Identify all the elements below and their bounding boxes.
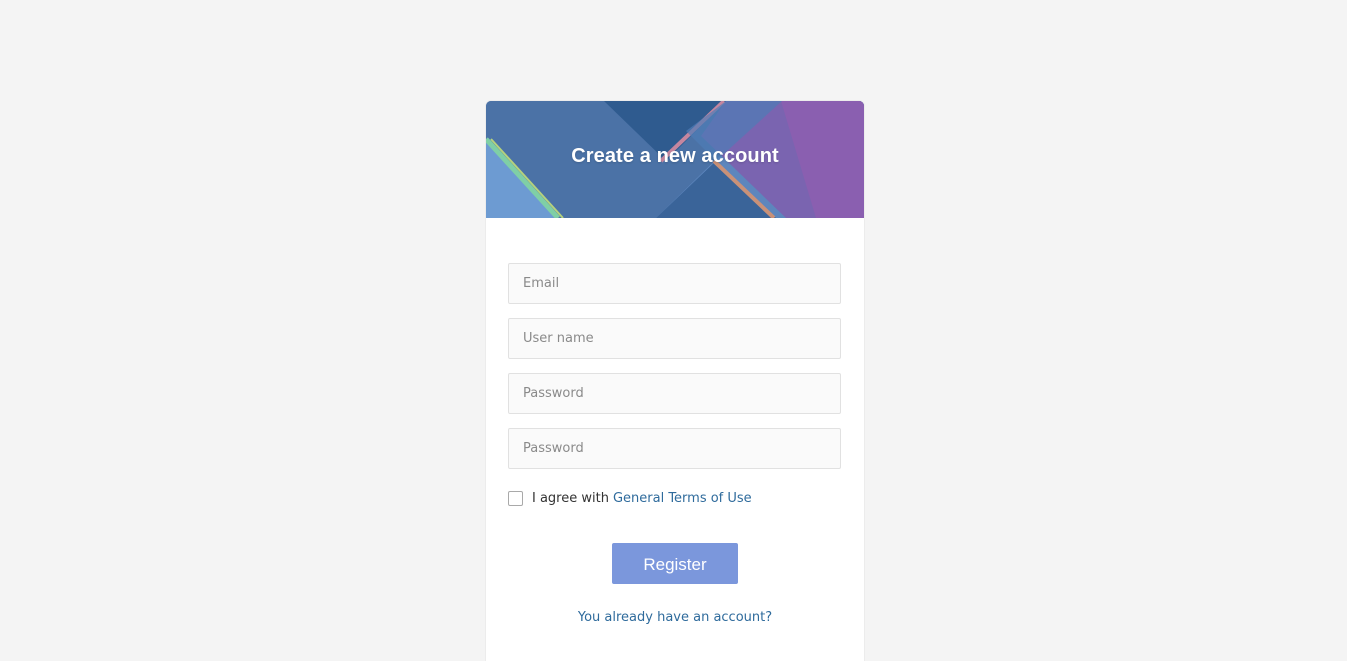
agree-label: I agree with <box>532 490 609 506</box>
email-field-wrapper <box>508 263 841 304</box>
terms-checkbox[interactable] <box>508 490 523 506</box>
card-header: Create a new account <box>486 101 864 218</box>
username-field-wrapper <box>508 318 841 359</box>
page-title: Create a new account <box>571 145 779 167</box>
register-card: Create a new account I agree with Genera… <box>486 101 864 661</box>
username-field[interactable] <box>509 319 840 358</box>
terms-agreement-row: I agree with General Terms of Use <box>508 489 752 507</box>
password-field-wrapper <box>508 373 841 414</box>
password-confirm-field-wrapper <box>508 428 841 469</box>
terms-link[interactable]: General Terms of Use <box>613 491 752 506</box>
login-link[interactable]: You already have an account? <box>486 610 864 625</box>
password-confirm-field[interactable] <box>509 429 840 468</box>
register-button[interactable]: Register <box>612 543 738 584</box>
password-field[interactable] <box>509 374 840 413</box>
email-field[interactable] <box>509 264 840 303</box>
